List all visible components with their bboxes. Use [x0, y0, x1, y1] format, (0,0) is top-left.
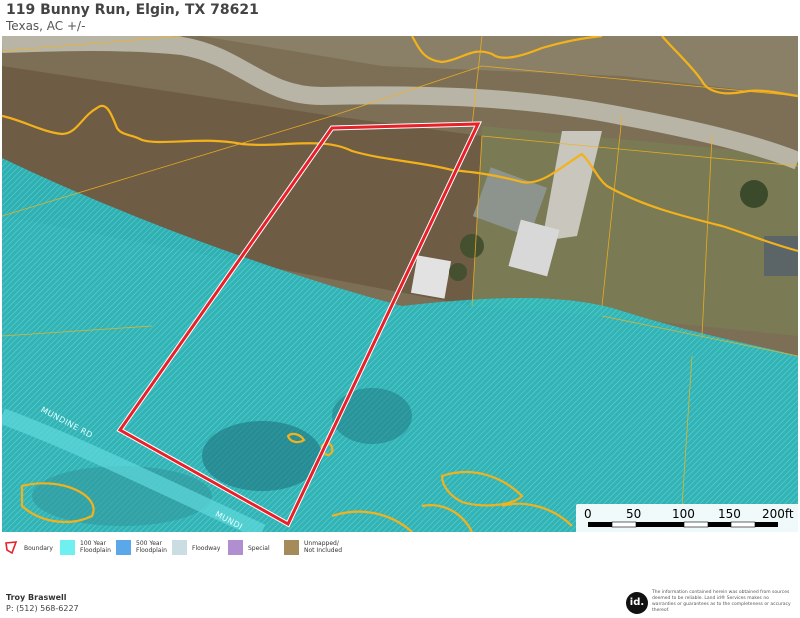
scale-label-200ft: 200ft — [762, 507, 794, 521]
tree — [449, 263, 467, 281]
legend-label: 500 Year Floodplain — [136, 540, 167, 554]
swatch-100yr — [60, 540, 75, 555]
landid-logo-icon: id. — [626, 592, 648, 614]
legend-label: Special — [248, 545, 270, 552]
swatch-500yr — [116, 540, 131, 555]
legend-label: Boundary — [24, 545, 53, 552]
map-legend: Boundary 100 Year Floodplain 500 Year Fl… — [4, 538, 424, 562]
legend-label: Unmapped/ Not Included — [304, 540, 343, 554]
tree — [460, 234, 484, 258]
legend-item-floodway: Floodway — [172, 540, 220, 555]
agent-phone[interactable]: P: (512) 568-6227 — [6, 604, 79, 613]
page-subtitle: Texas, AC +/- — [6, 19, 86, 33]
legend-item-unmapped: Unmapped/ Not Included — [284, 540, 342, 555]
scale-label-50: 50 — [626, 507, 642, 521]
agent-name: Troy Braswell — [6, 593, 67, 602]
boundary-icon — [5, 541, 18, 555]
legend-label: 100 Year Floodplain — [80, 540, 111, 554]
scale-label-150: 150 — [718, 507, 741, 521]
scale-label-0: 0 — [584, 507, 592, 521]
map-canvas[interactable] — [2, 36, 798, 532]
tree — [740, 180, 768, 208]
legend-item-special: Special — [228, 540, 270, 555]
legend-item-500yr: 500 Year Floodplain — [116, 540, 167, 555]
scale-bar: 0 50 100 150 200ft — [576, 504, 798, 532]
header: 119 Bunny Run, Elgin, TX 78621 Texas, AC… — [6, 2, 259, 34]
legend-item-100yr: 100 Year Floodplain — [60, 540, 111, 555]
vegetation — [202, 421, 322, 491]
legend-item-boundary: Boundary — [4, 540, 53, 555]
legend-label: Floodway — [192, 545, 221, 552]
shed-roof — [410, 255, 452, 299]
page-title: 119 Bunny Run, Elgin, TX 78621 — [6, 2, 259, 18]
disclaimer-text: The information contained herein was obt… — [652, 590, 791, 613]
map-view[interactable]: MUNDINE RD MUNDI 0 50 100 150 200ft — [2, 36, 798, 532]
agent-info: Troy Braswell P: (512) 568-6227 — [6, 593, 79, 613]
swatch-special — [228, 540, 243, 555]
swatch-floodway — [172, 540, 187, 555]
swatch-unmapped — [284, 540, 299, 555]
scale-label-100: 100 — [672, 507, 695, 521]
vegetation — [332, 388, 412, 444]
